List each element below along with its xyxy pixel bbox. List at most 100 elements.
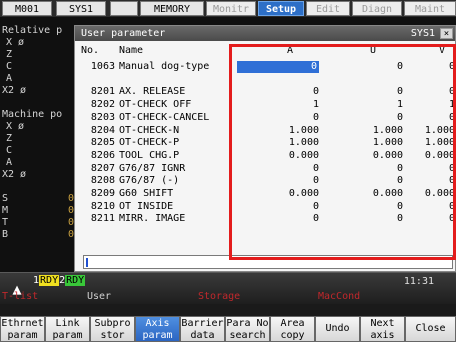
tab-edit[interactable]: Edit	[306, 1, 350, 16]
value-axis-u[interactable]: 0	[323, 213, 403, 225]
softkey-barrier[interactable]: Barrier data	[180, 316, 225, 342]
dialog-title: User parameter	[81, 28, 166, 39]
value-axis-u[interactable]: 0	[323, 86, 403, 98]
table-row[interactable]: 8208 G76/87 (-) 0 0 0	[75, 175, 455, 187]
value-axis-u[interactable]: 0.000	[323, 150, 403, 162]
mode-memory: MEMORY	[140, 1, 204, 16]
param-name: OT-CHECK OFF	[119, 99, 192, 111]
softkey-label-line1: Subpro	[94, 318, 131, 329]
value-axis-a[interactable]: 0	[237, 201, 319, 213]
table-row[interactable]: 8204 OT-CHECK-N 1.000 1.000 1.000	[75, 125, 455, 137]
param-number: 8201	[90, 86, 115, 98]
softkey-subpro[interactable]: Subpro stor	[90, 316, 135, 342]
param-name: OT-CHECK-P	[119, 137, 180, 149]
value-axis-a[interactable]: 0	[237, 213, 319, 225]
value-axis-v[interactable]: 1.000	[405, 137, 455, 149]
value-axis-u[interactable]: 0	[323, 163, 403, 175]
value-axis-a[interactable]: 0	[237, 86, 319, 98]
softkey-para-no[interactable]: Para No search	[225, 316, 270, 342]
value-axis-v[interactable]: 0	[405, 112, 455, 124]
tab-diagnosis[interactable]: Diagn	[352, 1, 402, 16]
user-parameter-dialog: User parameter SYS1 × No. Name A U V 106…	[74, 25, 456, 272]
value-axis-a[interactable]: 0	[237, 163, 319, 175]
value-axis-u[interactable]: 1.000	[323, 137, 403, 149]
softkey-ethrnet[interactable]: Ethrnet param	[0, 316, 45, 342]
softkey-label-line1: Area	[280, 318, 305, 329]
value-axis-a[interactable]: 1.000	[237, 137, 319, 149]
table-row[interactable]: 8211 MIRR. IMAGE 0 0 0	[75, 213, 455, 225]
rel-axis-z: Z	[6, 49, 13, 60]
table-row[interactable]: 8209 G60 SHIFT 0.000 0.000 0.000	[75, 188, 455, 200]
rel-axis-a: A	[6, 73, 13, 84]
softkey-area[interactable]: Area copy	[270, 316, 315, 342]
tool-label: T	[2, 217, 9, 228]
value-axis-u[interactable]: 0	[323, 112, 403, 124]
rel-axis-c: C	[6, 61, 13, 72]
value-axis-v[interactable]: 0	[405, 175, 455, 187]
clock: 11:31	[403, 276, 434, 287]
param-number: 8207	[90, 162, 115, 174]
value-axis-u[interactable]: 0	[323, 61, 403, 73]
table-row[interactable]: 8210 OT INSIDE 0 0 0	[75, 201, 455, 213]
softkey-undo[interactable]: Undo	[315, 316, 360, 342]
table-row[interactable]: 8203 OT-CHECK-CANCEL 0 0 0	[75, 112, 455, 124]
value-axis-u[interactable]: 1.000	[323, 125, 403, 137]
b-code-label: B	[2, 229, 9, 240]
table-row[interactable]: 8207 G76/87 IGNR 0 0 0	[75, 163, 455, 175]
value-axis-v[interactable]: 0	[405, 201, 455, 213]
table-row[interactable]: 1063 Manual dog-type 0 0 0	[75, 61, 455, 73]
value-axis-v[interactable]: 0	[405, 86, 455, 98]
value-axis-a[interactable]: 0	[237, 112, 319, 124]
value-axis-v[interactable]: 0	[405, 61, 455, 73]
softkey-label-line1: Ethrnet	[1, 318, 44, 329]
tab-monitor[interactable]: Monitr	[206, 1, 256, 16]
table-row[interactable]: 8206 TOOL CHG.P 0.000 0.000 0.000	[75, 150, 455, 162]
softkey-link[interactable]: Link param	[45, 316, 90, 342]
value-axis-a[interactable]: 1.000	[237, 125, 319, 137]
param-name: Manual dog-type	[119, 61, 210, 72]
value-axis-a[interactable]: 0.000	[237, 150, 319, 162]
value-axis-a[interactable]: 1	[237, 99, 319, 111]
mach-axis-z: Z	[6, 133, 13, 144]
mach-axis-x: X ø	[6, 121, 25, 132]
mach-axis-a: A	[6, 157, 13, 168]
value-axis-a[interactable]: 0.000	[237, 188, 319, 200]
param-number: 1063	[90, 61, 115, 72]
value-axis-v[interactable]: 1	[405, 99, 455, 111]
table-row[interactable]: 8205 OT-CHECK-P 1.000 1.000 1.000	[75, 137, 455, 149]
table-row[interactable]	[75, 74, 455, 86]
mach-axis-c: C	[6, 145, 13, 156]
value-axis-u[interactable]: 0.000	[323, 188, 403, 200]
tab-setup[interactable]: Setup	[258, 1, 304, 16]
value-axis-v[interactable]: 0.000	[405, 188, 455, 200]
value-axis-u[interactable]: 1	[323, 99, 403, 111]
value-axis-v[interactable]: 0.000	[405, 150, 455, 162]
softkey-next[interactable]: Next axis	[360, 316, 405, 342]
ready-indicators: 1RDY2RDY	[33, 275, 86, 287]
value-axis-v[interactable]: 0	[405, 213, 455, 225]
value-axis-a[interactable]: 0	[237, 175, 319, 187]
value-axis-u[interactable]: 0	[323, 201, 403, 213]
value-axis-u[interactable]: 0	[323, 175, 403, 187]
alarm-status: M001	[2, 1, 52, 16]
param-number: 8206	[90, 149, 115, 161]
softkey-close[interactable]: Close	[405, 316, 456, 342]
param-number: 8204	[90, 124, 115, 136]
parameter-input-field[interactable]	[83, 255, 453, 269]
value-axis-v[interactable]: 1.000	[405, 125, 455, 137]
mode-blank	[110, 1, 138, 16]
col-header-axis-u: U	[369, 45, 377, 56]
softkey-axis[interactable]: Axis param	[135, 316, 180, 342]
param-number: 8208	[90, 175, 115, 187]
table-row[interactable]: 8201 AX. RELEASE 0 0 0	[75, 86, 455, 98]
param-number: 8211	[90, 213, 115, 225]
value-axis-v[interactable]: 0	[405, 163, 455, 175]
table-row[interactable]: 8202 OT-CHECK OFF 1 1 1	[75, 99, 455, 111]
top-menu-bar: M001 SYS1 MEMORY Monitr Setup Edit Diagn…	[0, 0, 456, 17]
relative-position-label: Relative p	[2, 25, 63, 36]
value-axis-a[interactable]: 0	[237, 61, 319, 73]
close-icon[interactable]: ×	[440, 28, 453, 39]
tab-maintenance[interactable]: Maint	[404, 1, 456, 16]
param-name: OT-CHECK-N	[119, 124, 180, 136]
softkey-label-line2: stor	[100, 330, 125, 341]
